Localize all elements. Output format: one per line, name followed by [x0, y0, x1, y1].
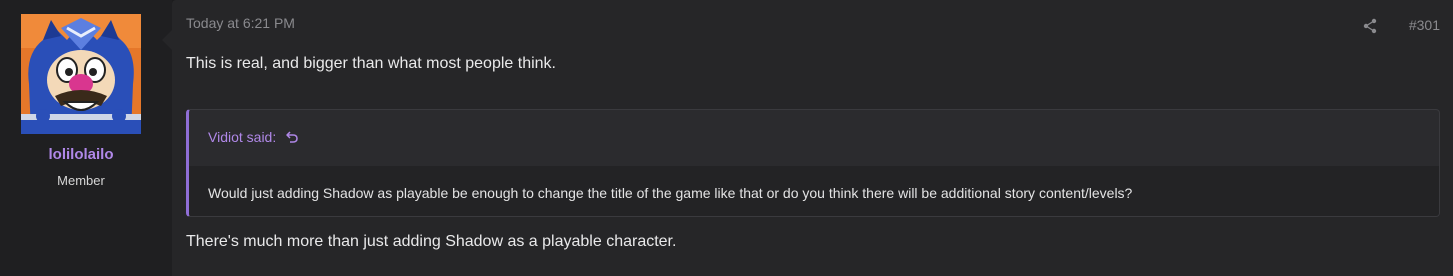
quote-body: Would just adding Shadow as playable be … [189, 166, 1439, 216]
post-text-intro: This is real, and bigger than what most … [186, 55, 556, 72]
post-text-reply: There's much more than just adding Shado… [186, 233, 677, 250]
username-link[interactable]: lolilolailo [0, 146, 162, 163]
avatar-image [21, 14, 141, 134]
quote-text: Would just adding Shadow as playable be … [208, 185, 1133, 201]
user-cell: lolilolailo Member [0, 0, 172, 276]
post-number-link[interactable]: #301 [1409, 17, 1440, 33]
user-title: Member [57, 173, 105, 188]
return-arrow-icon[interactable] [285, 130, 299, 144]
avatar[interactable] [21, 14, 141, 134]
message-main: Today at 6:21 PM #301 This is real, and … [172, 0, 1453, 276]
quote-author[interactable]: Vidiot said: [208, 129, 276, 145]
post-timestamp[interactable]: Today at 6:21 PM [186, 15, 295, 31]
quote-attribution: Vidiot said: [208, 129, 299, 145]
share-icon[interactable] [1363, 18, 1377, 34]
quote-block: Vidiot said: Would just adding Shadow as… [186, 109, 1440, 217]
message-arrow [162, 30, 172, 50]
